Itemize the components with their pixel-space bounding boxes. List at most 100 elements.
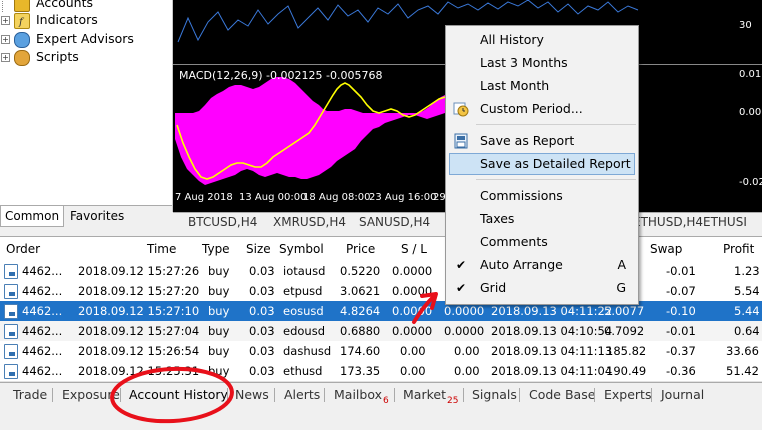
tab-sanusd[interactable]: SANUSD,H4: [359, 215, 430, 229]
order-icon: [4, 364, 18, 379]
cell-time: 2018.09.12 15:26:54: [78, 344, 200, 358]
tab-account-history[interactable]: Account History: [129, 387, 228, 402]
time-axis-label: 13 Aug 00:00: [239, 192, 307, 203]
cell-swap: -0.01: [666, 264, 696, 278]
menu-item-all-history[interactable]: All History: [446, 29, 638, 51]
column-order[interactable]: Order: [6, 242, 40, 256]
order-icon: [4, 324, 18, 339]
menu-item-save-as-detailed-report[interactable]: Save as Detailed Report: [449, 153, 635, 175]
cell-swap: -0.01: [666, 324, 696, 338]
tab-exposure[interactable]: Exposure: [62, 387, 120, 402]
indicators-glyph-icon: f: [18, 17, 25, 28]
expert-advisors-icon: [14, 32, 30, 48]
tab-divider: [463, 388, 464, 402]
cell-tp: 0.0000: [444, 304, 485, 318]
table-row[interactable]: 4462... 2018.09.12 15:27:20 buy 0.03 etp…: [0, 281, 762, 302]
menu-item-save-as-report[interactable]: Save as Report: [446, 130, 638, 152]
nav-item-expert-advisors[interactable]: + Expert Advisors: [0, 30, 170, 48]
tab-ethusi[interactable]: ETHUSI: [703, 215, 747, 229]
nav-item-scripts[interactable]: + Scripts: [0, 48, 170, 66]
tab-divider: [274, 388, 275, 402]
cell-close-time: 2018.09.13 04:11:13: [491, 344, 613, 358]
cell-symbol: dashusd: [283, 344, 332, 358]
order-icon: [4, 264, 18, 279]
cell-symbol: ethusd: [283, 364, 323, 378]
menu-item-custom-period[interactable]: Custom Period...: [446, 98, 638, 120]
cell-symbol: edousd: [283, 324, 325, 338]
tab-signals[interactable]: Signals: [472, 387, 517, 402]
cell-profit: 51.42: [726, 364, 759, 378]
tab-alerts[interactable]: Alerts: [284, 387, 320, 402]
tab-ethusd[interactable]: ETHUSD,H4: [633, 215, 703, 229]
cell-price: 0.5220: [340, 264, 381, 278]
cell-close-time: 2018.09.13 04:11:04: [491, 364, 613, 378]
tab-trade[interactable]: Trade: [13, 387, 47, 402]
column-symbol[interactable]: Symbol: [279, 242, 324, 256]
cell-sl: 0.0000: [392, 284, 433, 298]
cell-type: buy: [208, 324, 230, 338]
cell-tp: 0.00: [454, 344, 480, 358]
column-profit[interactable]: Profit: [723, 242, 754, 256]
cell-swap: -0.10: [666, 304, 696, 318]
macd-indicator-label: MACD(12,26,9) -0.002125 -0.005768: [179, 69, 383, 82]
column-swap[interactable]: Swap: [650, 242, 682, 256]
table-row[interactable]: 4462... 2018.09.12 15:25:31 buy 0.03 eth…: [0, 361, 762, 382]
cell-price: 4.8264: [340, 304, 381, 318]
menu-item-auto-arrange[interactable]: ✔ Auto Arrange A: [446, 254, 638, 276]
cell-size: 0.03: [249, 344, 275, 358]
mailbox-badge: 6: [383, 395, 389, 406]
price-axis-label: 30: [739, 20, 752, 31]
tab-btcusd[interactable]: BTCUSD,H4: [188, 215, 257, 229]
navigator-tabs: Common Favorites: [0, 205, 172, 228]
menu-item-last-month[interactable]: Last Month: [446, 75, 638, 97]
tab-common[interactable]: Common: [0, 206, 65, 227]
menu-item-commissions[interactable]: Commissions: [446, 185, 638, 207]
order-icon: [4, 344, 18, 359]
tab-favorites[interactable]: Favorites: [66, 206, 128, 226]
cell-order: 4462...: [22, 344, 63, 358]
cell-price: 174.60: [340, 344, 381, 358]
expand-icon[interactable]: +: [1, 16, 10, 25]
tab-mailbox[interactable]: Mailbox6: [334, 387, 389, 406]
cell-profit: 5.54: [734, 284, 760, 298]
menu-item-last-3-months[interactable]: Last 3 Months: [446, 52, 638, 74]
menu-separator: [476, 179, 636, 180]
menu-item-label: Commissions: [480, 188, 563, 203]
menu-item-grid[interactable]: ✔ Grid G: [446, 277, 638, 299]
navigator-panel: Accounts + f Indicators + Expert Advisor…: [0, 0, 173, 212]
tab-news[interactable]: News: [235, 387, 269, 402]
column-time[interactable]: Time: [147, 242, 176, 256]
time-axis-label: 29: [433, 192, 446, 203]
table-row[interactable]: 4462... 2018.09.12 15:27:26 buy 0.03 iot…: [0, 261, 762, 282]
macd-axis-bottom: -0.02: [739, 177, 762, 188]
tab-xmrusd[interactable]: XMRUSD,H4: [273, 215, 346, 229]
order-icon: [4, 304, 18, 319]
table-row-selected[interactable]: 4462... 2018.09.12 15:27:10 buy 0.03 eos…: [0, 301, 762, 322]
menu-item-comments[interactable]: Comments: [446, 231, 638, 253]
table-row[interactable]: 4462... 2018.09.12 15:27:04 buy 0.03 edo…: [0, 321, 762, 342]
tab-code-base[interactable]: Code Base: [529, 387, 595, 402]
cell-price: 173.35: [340, 364, 381, 378]
time-axis-label: 18 Aug 08:00: [303, 192, 371, 203]
menu-item-label: Grid: [480, 280, 507, 295]
menu-item-taxes[interactable]: Taxes: [446, 208, 638, 230]
expand-icon[interactable]: +: [1, 53, 10, 62]
column-type[interactable]: Type: [202, 242, 230, 256]
tab-journal[interactable]: Journal: [661, 387, 704, 402]
column-size[interactable]: Size: [246, 242, 271, 256]
nav-item-indicators[interactable]: + f Indicators: [0, 11, 170, 29]
save-report-icon: [454, 133, 468, 149]
tab-divider: [227, 388, 228, 402]
menu-item-shortcut: A: [617, 257, 626, 272]
column-price[interactable]: Price: [346, 242, 375, 256]
column-sl[interactable]: S / L: [401, 242, 427, 256]
svg-text:f: f: [18, 17, 25, 28]
cell-time: 2018.09.12 15:27:10: [78, 304, 200, 318]
cell-tp: 0.0000: [444, 324, 485, 338]
tab-divider: [651, 388, 652, 402]
table-row[interactable]: 4462... 2018.09.12 15:26:54 buy 0.03 das…: [0, 341, 762, 362]
tab-experts[interactable]: Experts: [604, 387, 651, 402]
tab-market[interactable]: Market25: [403, 387, 458, 406]
expand-icon[interactable]: +: [1, 35, 10, 44]
terminal-tabs: Trade Exposure Account History News Aler…: [0, 382, 762, 407]
